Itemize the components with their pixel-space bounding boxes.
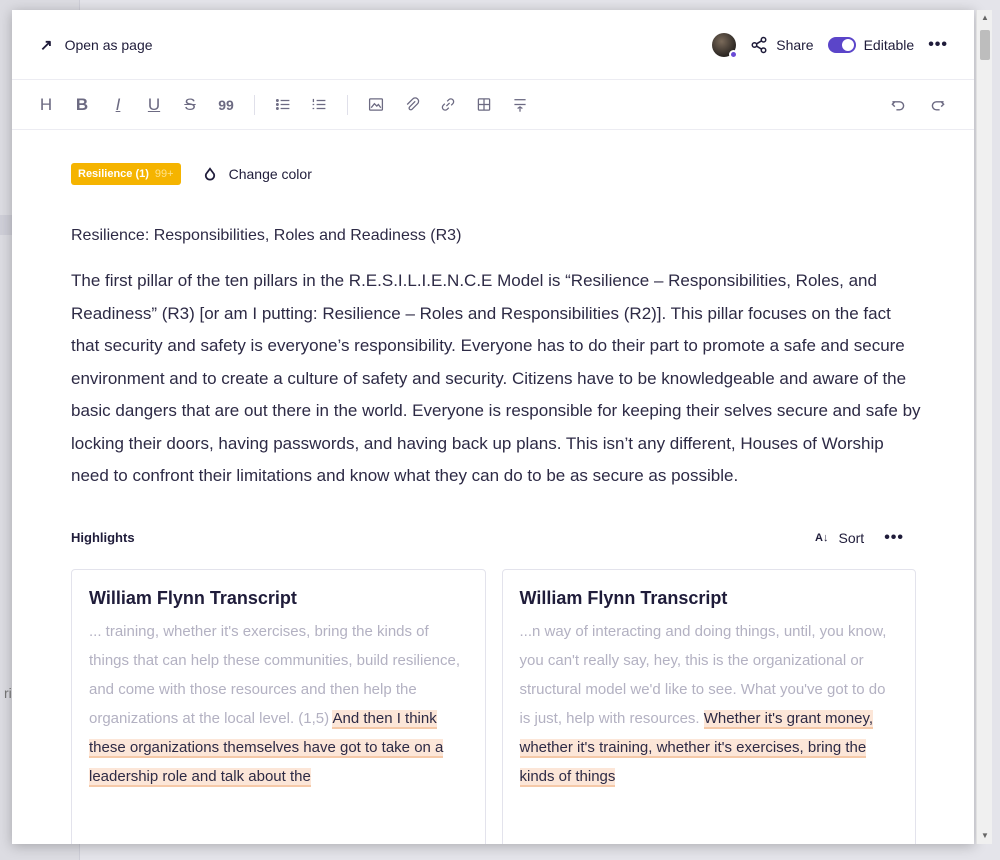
undo-icon[interactable] [890, 97, 906, 113]
highlights-header: Highlights A↓ Sort ••• [71, 529, 916, 547]
share-label: Share [776, 36, 814, 53]
attachment-icon[interactable] [404, 96, 420, 114]
card-title: William Flynn Transcript [519, 587, 728, 608]
link-icon[interactable] [440, 96, 456, 114]
card-title: William Flynn Transcript [89, 587, 297, 608]
open-as-page-label: Open as page [64, 36, 153, 53]
history-tools [890, 97, 946, 113]
scrollbar-thumb[interactable] [980, 30, 990, 60]
quote-icon[interactable]: 99 [218, 96, 234, 114]
background-text: ri [4, 685, 12, 701]
redo-icon[interactable] [930, 97, 946, 113]
note-title[interactable]: Resilience: Responsibilities, Roles and … [71, 227, 916, 245]
header-actions: Share Editable ••• [712, 32, 948, 59]
arrow-up-right-icon: ↗ [40, 36, 53, 54]
toggle-knob [841, 38, 854, 51]
table-icon[interactable] [476, 96, 492, 114]
card-text: ... training, whether it's exercises, br… [89, 617, 469, 791]
bold-icon[interactable]: B [74, 95, 90, 114]
droplet-icon [204, 167, 215, 181]
highlights-more-icon[interactable]: ••• [884, 529, 904, 547]
note-body[interactable]: The first pillar of the ten pillars in t… [71, 265, 921, 493]
toggle-switch[interactable] [827, 36, 856, 53]
scroll-down-icon[interactable]: ▼ [980, 831, 990, 841]
strikethrough-icon[interactable]: S [182, 95, 198, 114]
underline-icon[interactable]: U [146, 95, 162, 114]
more-options-icon[interactable]: ••• [928, 36, 948, 54]
tag-row: Resilience (1) 99+ Change color [71, 163, 916, 185]
toolbar-divider [254, 94, 255, 115]
highlight-card[interactable]: William Flynn Transcript ...n way of int… [501, 568, 916, 844]
italic-icon[interactable]: I [110, 95, 126, 114]
card-text: ...n way of interacting and doing things… [519, 617, 900, 791]
share-icon [751, 36, 767, 53]
bullet-list-icon[interactable] [275, 96, 291, 114]
sort-az-icon[interactable]: A↓ [815, 532, 828, 544]
presence-dot [729, 49, 739, 59]
highlights-label: Highlights [71, 530, 135, 545]
change-color-label: Change color [228, 166, 312, 182]
modal-header: ↗ Open as page Share Editable ••• [12, 10, 974, 80]
highlight-cards: William Flynn Transcript ... training, w… [71, 568, 916, 844]
change-color-button[interactable]: Change color [203, 166, 312, 182]
highlight-card[interactable]: William Flynn Transcript ... training, w… [71, 568, 486, 844]
scroll-up-icon[interactable]: ▲ [980, 13, 990, 23]
editable-toggle[interactable]: Editable [827, 36, 915, 53]
scrollbar[interactable]: ▲ ▼ [976, 10, 992, 844]
sort-controls: A↓ Sort ••• [815, 529, 904, 547]
divider-icon[interactable] [512, 96, 528, 114]
note-content: Resilience (1) 99+ Change color Resilien… [12, 163, 974, 844]
editor-toolbar: H B I U S 99 [12, 80, 974, 130]
format-tools: H B I U S 99 [38, 94, 528, 115]
numbered-list-icon[interactable] [311, 96, 327, 114]
open-as-page-button[interactable]: ↗ Open as page [40, 36, 153, 54]
heading-icon[interactable]: H [38, 95, 54, 114]
toolbar-divider [347, 94, 348, 115]
note-modal: ↗ Open as page Share Editable ••• H B I … [12, 10, 974, 844]
tag-badge[interactable]: Resilience (1) 99+ [71, 163, 181, 185]
sort-button[interactable]: Sort [839, 530, 865, 546]
editable-label: Editable [863, 36, 915, 53]
avatar[interactable] [712, 32, 739, 59]
share-button[interactable]: Share [750, 36, 814, 54]
tag-label: Resilience (1) [78, 168, 149, 180]
tag-count: 99+ [154, 168, 174, 180]
image-icon[interactable] [368, 96, 384, 114]
